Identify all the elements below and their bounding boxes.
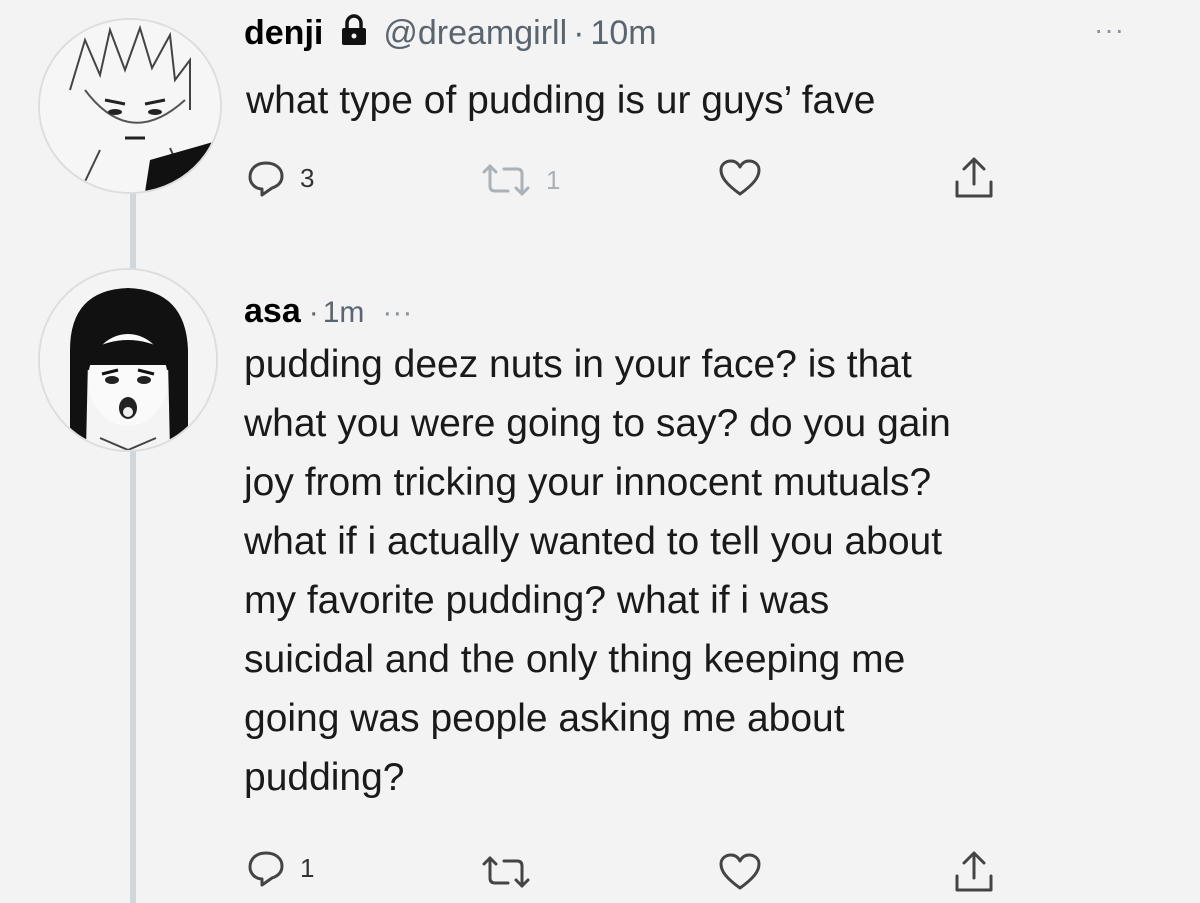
heart-icon (718, 158, 762, 198)
tweet2-like-button[interactable] (718, 852, 762, 892)
lock-icon (339, 14, 369, 55)
tweet2-reply-button[interactable]: 1 (246, 848, 314, 888)
avatar-denji[interactable] (38, 18, 222, 194)
tweet1-share-button[interactable] (952, 156, 996, 200)
tweet1-author-name[interactable]: denji (244, 14, 323, 53)
share-icon (952, 156, 996, 200)
avatar-asa[interactable] (38, 268, 218, 452)
heart-icon (718, 852, 762, 892)
tweet2-retweet-button[interactable] (480, 856, 532, 888)
tweet2-more-button[interactable]: ··· (382, 296, 412, 330)
tweet2-separator: · (308, 296, 319, 329)
tweet2-author-name[interactable]: asa (244, 292, 301, 331)
tweet1-more-button[interactable]: ··· (1094, 14, 1125, 46)
tweet2-share-button[interactable] (952, 850, 996, 894)
tweet1-like-button[interactable] (718, 158, 762, 198)
tweet1-header: denji @dreamgirll · 10m (244, 12, 657, 53)
retweet-icon (480, 164, 532, 196)
tweet2-timestamp[interactable]: 1m (323, 296, 365, 330)
retweet-icon (480, 856, 532, 888)
tweet1-reply-button[interactable]: 3 (246, 158, 314, 198)
tweet1-text: what type of pudding is ur guys’ fave (246, 79, 876, 122)
tweet1-separator: · (573, 14, 585, 52)
tweet1-timestamp[interactable]: 10m (590, 14, 656, 53)
tweet1-handle[interactable]: @dreamgirll (383, 14, 567, 53)
reply-icon (246, 158, 286, 198)
tweet2-reply-count: 1 (300, 852, 315, 883)
tweet2-header: asa · 1m ··· (244, 292, 412, 331)
share-icon (952, 850, 996, 894)
tweet1-retweet-count: 1 (546, 164, 561, 195)
reply-icon (246, 848, 286, 888)
tweet1-retweet-button[interactable]: 1 (480, 164, 560, 196)
avatar-asa-illustration (40, 270, 216, 450)
tweet2-text: pudding deez nuts in your face? is that … (244, 343, 951, 799)
avatar-denji-illustration (40, 20, 220, 192)
tweet1-reply-count: 3 (300, 162, 315, 193)
